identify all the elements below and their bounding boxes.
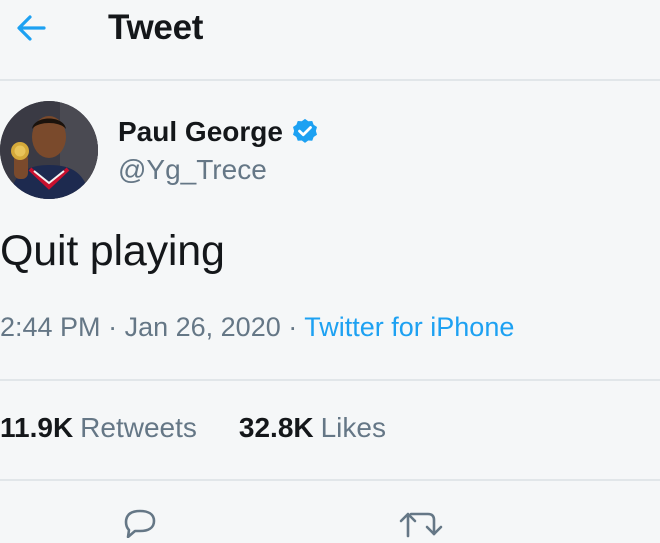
author-name-row: Paul George: [118, 114, 320, 150]
meta-divider: [0, 379, 660, 381]
arrow-left-icon: [12, 10, 52, 46]
stats-divider: [0, 479, 660, 481]
likes-count: 32.8K: [238, 412, 314, 443]
tweet-date[interactable]: Jan 26, 2020: [125, 312, 281, 342]
tweet-source-link[interactable]: Twitter for iPhone: [304, 312, 514, 342]
meta-separator: ·: [288, 312, 298, 342]
author-name[interactable]: Paul George: [118, 116, 283, 148]
retweets-stat[interactable]: 11.9K Retweets: [0, 412, 197, 444]
header-divider: [0, 79, 660, 81]
page-title: Tweet: [108, 8, 204, 47]
author-handle[interactable]: @Yg_Trece: [118, 154, 267, 186]
likes-label: Likes: [320, 412, 386, 443]
retweets-count: 11.9K: [0, 412, 74, 443]
tweet-meta: 2:44 PM · Jan 26, 2020 · Twitter for iPh…: [0, 312, 514, 343]
retweet-icon: [398, 512, 454, 542]
tweet-stats: 11.9K Retweets 32.8K Likes: [0, 412, 386, 444]
header: Tweet: [0, 0, 660, 80]
likes-stat[interactable]: 32.8K Likes: [239, 412, 386, 444]
meta-separator: ·: [108, 312, 118, 342]
tweet-time[interactable]: 2:44 PM: [0, 312, 101, 342]
back-button[interactable]: [12, 10, 52, 46]
tweet-text: Quit playing: [0, 227, 225, 275]
avatar[interactable]: [0, 101, 98, 199]
retweets-label: Retweets: [80, 412, 197, 443]
verified-badge-icon: [290, 117, 320, 147]
reply-icon: [118, 509, 162, 542]
